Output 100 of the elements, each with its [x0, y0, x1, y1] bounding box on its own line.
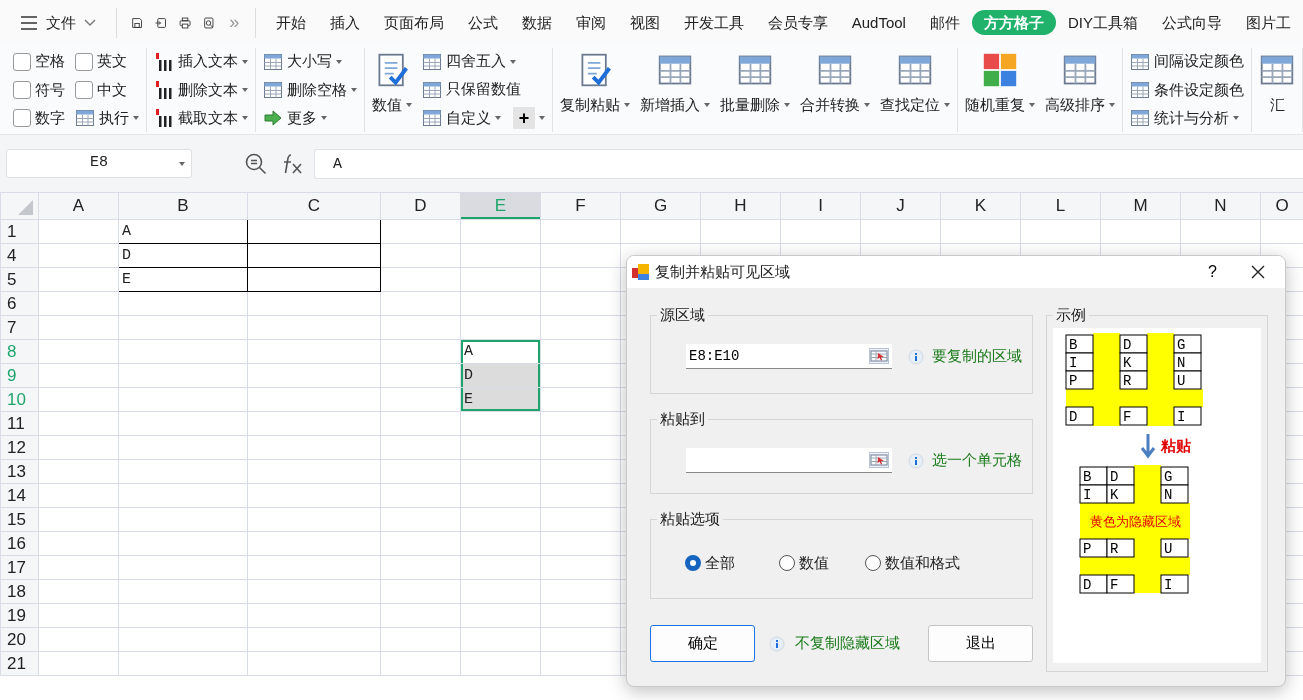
row-header[interactable]: 1 [0, 219, 39, 244]
ribbon-tab[interactable]: AudTool [839, 9, 918, 36]
file-menu[interactable]: 文件 [8, 9, 108, 36]
column-header[interactable]: C [247, 192, 381, 220]
ribbon-button[interactable]: 统计与分析 [1128, 104, 1246, 132]
ribbon-button[interactable]: 随机重复 [963, 48, 1037, 132]
ribbon-tab[interactable]: 插入 [317, 9, 372, 36]
ribbon-tab[interactable]: 会员专享 [755, 9, 840, 36]
checkbox[interactable] [75, 81, 93, 99]
row-header[interactable]: 21 [0, 651, 39, 676]
row-header[interactable]: 12 [0, 435, 39, 460]
checkbox[interactable] [13, 109, 31, 128]
ribbon-button[interactable]: 大小写 [261, 48, 359, 76]
ribbon-button[interactable]: 批量删除 [718, 48, 792, 132]
column-header[interactable]: N [1180, 192, 1261, 220]
ribbon-tab[interactable]: 邮件 [917, 9, 972, 36]
row-header[interactable]: 15 [0, 507, 39, 532]
ribbon-button[interactable]: 截取文本 [152, 104, 250, 132]
help-button[interactable]: ? [1202, 259, 1223, 285]
checkbox[interactable] [13, 81, 31, 99]
column-header[interactable]: M [1100, 192, 1181, 220]
down-arrow-icon [1140, 432, 1156, 459]
ribbon-button[interactable]: 自定义 [420, 104, 503, 132]
range-input[interactable] [686, 448, 866, 473]
ok-button[interactable]: 确定 [650, 625, 755, 662]
column-header[interactable]: H [700, 192, 781, 220]
column-header[interactable]: L [1020, 192, 1101, 220]
column-header[interactable]: O [1260, 192, 1303, 220]
ribbon-tab[interactable]: 视图 [617, 9, 672, 36]
checkbox-label[interactable]: 空格 [35, 50, 65, 73]
ribbon-button[interactable]: 汇 [1257, 48, 1297, 132]
ribbon-button[interactable]: 查找定位 [878, 48, 952, 132]
example-cell: I [1173, 406, 1202, 426]
ribbon-tab[interactable]: 公式 [455, 9, 510, 36]
radio-label[interactable]: 数值和格式 [885, 552, 960, 575]
radio-button[interactable] [865, 555, 881, 572]
example-cell: U [1160, 538, 1189, 558]
range-input[interactable]: E8:E10 [686, 344, 866, 369]
ribbon-button[interactable]: 四舍五入 [420, 48, 547, 75]
checkbox[interactable] [75, 52, 93, 71]
radio-label[interactable]: 数值 [799, 552, 829, 575]
checkbox-label[interactable]: 数字 [35, 107, 65, 130]
ribbon-button[interactable]: 插入文本 [152, 48, 250, 76]
zoom-icon[interactable] [244, 152, 268, 176]
row-header[interactable]: 7 [0, 315, 39, 340]
ribbon-button[interactable]: 新增插入 [638, 48, 712, 132]
row-header[interactable]: 6 [0, 291, 39, 316]
dialog-title: 复制并粘贴可见区域 [655, 261, 790, 282]
row-header[interactable]: 5 [0, 267, 39, 292]
checkbox-label[interactable]: 符号 [35, 78, 65, 102]
checkbox[interactable] [13, 52, 31, 71]
radio-button[interactable] [779, 555, 795, 572]
row-header[interactable]: 19 [0, 603, 39, 628]
ribbon-tab[interactable]: DIY工具箱 [1055, 9, 1150, 36]
column-header[interactable]: I [780, 192, 861, 220]
row-header[interactable]: 17 [0, 555, 39, 580]
column-header[interactable]: B [118, 192, 248, 220]
ribbon-button[interactable]: 更多 [261, 104, 359, 132]
ribbon-tab[interactable]: 审阅 [563, 9, 618, 36]
ribbon-button[interactable]: 数值 [370, 48, 414, 132]
radio-label[interactable]: 全部 [705, 552, 735, 575]
column-header[interactable]: J [860, 192, 941, 220]
ribbon-button[interactable]: 合并转换 [798, 48, 872, 132]
ribbon-button[interactable]: 删除文本 [152, 76, 250, 104]
column-header[interactable]: A [38, 192, 119, 220]
column-header[interactable]: K [940, 192, 1021, 220]
row-header[interactable]: 16 [0, 531, 39, 556]
ribbon-tab[interactable]: 图片工 [1233, 9, 1303, 36]
ribbon-button[interactable]: 间隔设定颜色 [1128, 48, 1246, 76]
ribbon-button[interactable]: 删除空格 [261, 76, 359, 104]
ribbon-button[interactable]: 条件设定颜色 [1128, 76, 1246, 104]
close-icon[interactable] [1251, 265, 1265, 279]
row-header[interactable]: 11 [0, 411, 39, 436]
column-header[interactable]: G [620, 192, 701, 220]
column-header[interactable]: D [380, 192, 461, 220]
radio-button[interactable] [685, 555, 701, 572]
ribbon-tab[interactable]: 开始 [263, 9, 318, 36]
row-header[interactable]: 18 [0, 579, 39, 604]
formula-input[interactable]: A [314, 149, 1303, 179]
spreadsheet-icon [1130, 80, 1150, 100]
ribbon-tab[interactable]: 数据 [509, 9, 564, 36]
add-button[interactable]: + [513, 107, 535, 129]
exit-button[interactable]: 退出 [928, 625, 1033, 662]
row-header[interactable]: 14 [0, 483, 39, 508]
name-box[interactable]: E8 [6, 149, 192, 178]
checkbox-label[interactable]: 中文 [97, 78, 127, 102]
row-header[interactable]: 20 [0, 627, 39, 652]
ribbon-button[interactable]: 只保留数值 [420, 76, 547, 103]
ribbon-button[interactable]: 复制粘贴 [558, 48, 632, 132]
range-picker-icon[interactable] [869, 348, 889, 364]
ribbon-tab[interactable]: 开发工具 [671, 9, 756, 36]
row-header[interactable]: 4 [0, 243, 39, 268]
row-header[interactable]: 13 [0, 459, 39, 484]
ribbon-button[interactable]: 高级排序 [1043, 48, 1117, 132]
ribbon-button[interactable]: 执行 [73, 104, 141, 132]
checkbox-label[interactable]: 英文 [97, 50, 127, 73]
range-picker-icon[interactable] [869, 452, 889, 468]
ribbon-tab[interactable]: 公式向导 [1149, 9, 1234, 36]
ribbon-tab[interactable]: 页面布局 [371, 9, 456, 36]
column-header[interactable]: F [540, 192, 621, 220]
